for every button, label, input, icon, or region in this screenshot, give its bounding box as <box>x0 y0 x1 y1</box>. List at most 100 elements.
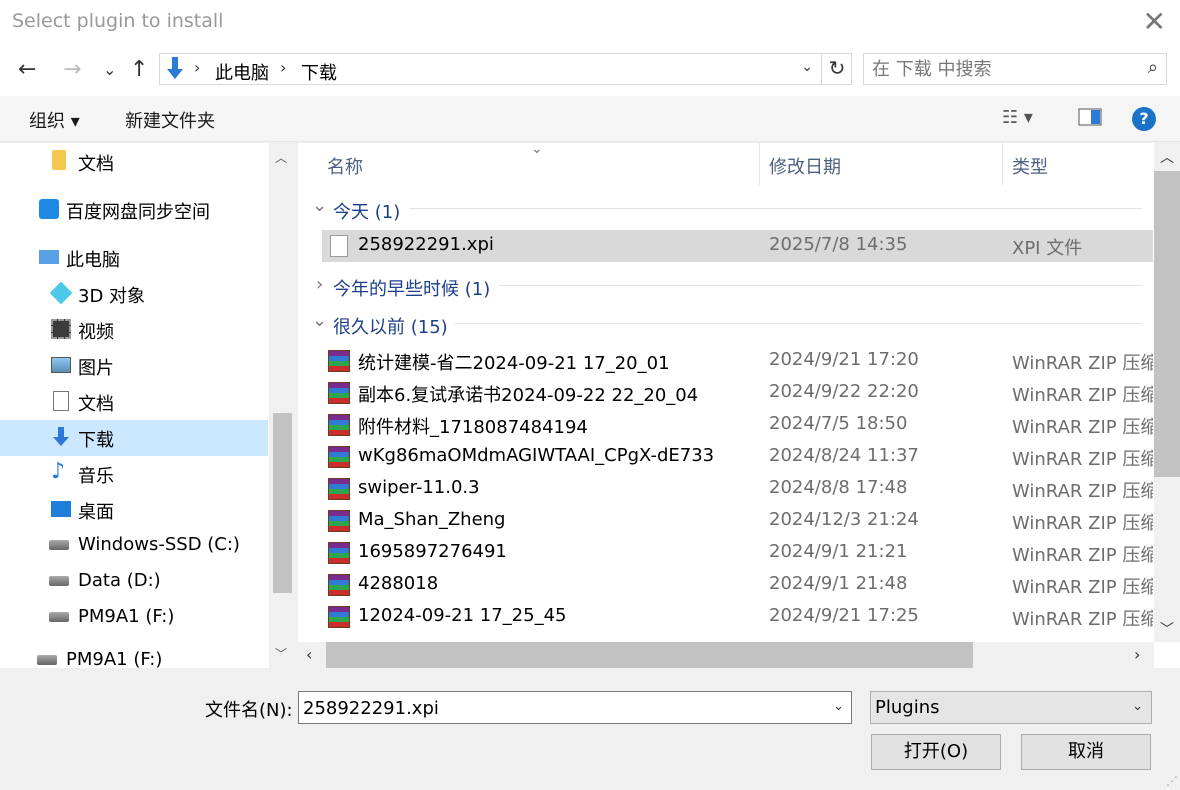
file-row[interactable]: 统计建模-省二2024-09-21 17_20_01 2024/9/21 17:… <box>322 345 1153 377</box>
back-arrow-icon[interactable]: ← <box>18 56 36 84</box>
filename-input[interactable] <box>303 696 813 720</box>
file-date: 2024/8/24 11:37 <box>769 445 919 466</box>
list-view-icon[interactable]: ☷ ▾ <box>1002 107 1033 128</box>
chevron-down-icon[interactable]: ⌄ <box>833 699 844 714</box>
vertical-scrollbar-thumb[interactable] <box>1154 171 1180 477</box>
sidebar-item-baidu-netdisk[interactable]: 百度网盘同步空间 <box>0 192 268 228</box>
group-header-long-ago[interactable]: ⌄ 很久以前 (15) <box>312 310 1142 338</box>
search-input[interactable] <box>872 57 1132 81</box>
chevron-right-icon: › <box>194 58 201 77</box>
file-type-filter-value: Plugins <box>875 697 940 718</box>
new-folder-button[interactable]: 新建文件夹 <box>125 107 215 133</box>
file-row[interactable]: swiper-11.0.3 2024/8/8 17:48 WinRAR ZIP … <box>322 473 1153 505</box>
sidebar-item-desktop[interactable]: 桌面 <box>0 492 268 528</box>
folder-icon <box>52 150 66 170</box>
horizontal-scrollbar-thumb[interactable] <box>326 642 973 668</box>
file-date: 2024/9/1 21:21 <box>769 541 908 562</box>
file-icon <box>330 235 348 257</box>
sidebar-item-drive-f[interactable]: PM9A1 (F:) <box>0 600 268 636</box>
file-row[interactable]: Ma_Shan_Zheng 2024/12/3 21:24 WinRAR ZIP… <box>322 505 1153 537</box>
file-list-vertical-scrollbar[interactable]: ︿ ﹀ <box>1154 143 1180 642</box>
search-box[interactable]: ⌕ <box>863 53 1167 85</box>
sidebar-item-3d-objects[interactable]: 3D 对象 <box>0 276 268 312</box>
help-icon[interactable]: ? <box>1132 107 1156 131</box>
sidebar-scrollbar-thumb[interactable] <box>273 413 292 593</box>
sidebar-item-documents[interactable]: 文档 <box>0 384 268 420</box>
sidebar-item-drive-c[interactable]: Windows-SSD (C:) <box>0 528 268 564</box>
file-type-filter[interactable]: Plugins ⌄ <box>870 691 1152 724</box>
search-icon[interactable]: ⌕ <box>1148 57 1158 78</box>
sidebar-scrollbar[interactable]: ︿ ﹀ <box>269 143 296 668</box>
sidebar-item-label: PM9A1 (F:) <box>78 606 175 627</box>
sidebar-item-drive-d[interactable]: Data (D:) <box>0 564 268 600</box>
chevron-right-icon: › <box>280 58 287 77</box>
video-icon <box>51 319 71 339</box>
sort-chevron-icon: ⌄ <box>531 143 543 157</box>
file-row[interactable]: 4288018 2024/9/1 21:48 WinRAR ZIP 压缩 <box>322 569 1153 601</box>
scroll-right-icon[interactable]: › <box>1134 645 1140 664</box>
file-row-selected[interactable]: 258922291.xpi 2025/7/8 14:35 XPI 文件 <box>322 230 1153 262</box>
navigation-pane: 文档 百度网盘同步空间 此电脑 3D 对象 视频 图片 文档 下载 ♪ 音乐 桌… <box>0 143 296 668</box>
file-type: WinRAR ZIP 压缩 <box>1012 609 1153 630</box>
file-row[interactable]: wKg86maOMdmAGIWTAAI_CPgX-dE733 2024/8/24… <box>322 441 1153 473</box>
sidebar-item-videos[interactable]: 视频 <box>0 312 268 348</box>
refresh-button[interactable]: ↻ <box>821 53 852 85</box>
sidebar-item-label: Windows-SSD (C:) <box>78 534 240 555</box>
file-list: 名称 ⌄ 修改日期 类型 ⌄ 今天 (1) 258922291.xpi 2025… <box>298 143 1180 668</box>
sidebar-item-drive-f-2[interactable]: PM9A1 (F:) <box>0 643 268 668</box>
scroll-left-icon[interactable]: ‹ <box>306 645 312 664</box>
group-header-today[interactable]: ⌄ 今天 (1) <box>312 195 1142 223</box>
column-divider[interactable] <box>759 143 760 185</box>
column-header-name[interactable]: 名称 <box>327 153 363 195</box>
documents-icon <box>53 391 69 411</box>
file-type: WinRAR ZIP 压缩 <box>1012 577 1153 598</box>
sidebar-item-documents-quick[interactable]: 文档 <box>0 143 268 179</box>
up-arrow-icon[interactable]: ↑ <box>130 56 148 84</box>
sidebar-item-label: 百度网盘同步空间 <box>66 202 210 223</box>
recent-locations-chevron-icon[interactable]: ⌄ <box>103 56 116 84</box>
file-row[interactable]: 附件材料_1718087484194 2024/7/5 18:50 WinRAR… <box>322 409 1153 441</box>
sidebar-item-this-pc[interactable]: 此电脑 <box>0 240 268 276</box>
file-name: 1695897276491 <box>358 541 507 562</box>
file-type: WinRAR ZIP 压缩 <box>1012 545 1153 566</box>
file-row[interactable]: 1695897276491 2024/9/1 21:21 WinRAR ZIP … <box>322 537 1153 569</box>
breadcrumb-downloads[interactable]: 下载 <box>301 59 337 85</box>
drive-icon <box>37 655 57 665</box>
file-row[interactable]: 副本6.复试承诺书2024-09-22 22_20_04 2024/9/22 2… <box>322 377 1153 409</box>
scroll-up-icon[interactable]: ︿ <box>1160 147 1174 167</box>
close-icon[interactable]: ✕ <box>1143 6 1166 38</box>
column-header-type[interactable]: 类型 <box>1012 153 1048 195</box>
file-list-horizontal-scrollbar[interactable]: ‹ › <box>298 642 1154 668</box>
address-bar[interactable]: › 此电脑 › 下载 ⌄ <box>159 53 852 85</box>
sidebar-item-label: 视频 <box>78 322 114 343</box>
navigation-bar: ← → ⌄ ↑ › 此电脑 › 下载 ⌄ ↻ ⌕ <box>0 46 1180 96</box>
sidebar-item-music[interactable]: ♪ 音乐 <box>0 456 268 492</box>
file-type: WinRAR ZIP 压缩 <box>1012 417 1153 438</box>
sidebar-item-pictures[interactable]: 图片 <box>0 348 268 384</box>
file-type: WinRAR ZIP 压缩 <box>1012 513 1153 534</box>
forward-arrow-icon[interactable]: → <box>63 56 81 84</box>
column-header-modified[interactable]: 修改日期 <box>769 153 841 195</box>
open-button[interactable]: 打开(O) <box>871 734 1001 770</box>
group-header-earlier-this-year[interactable]: › 今年的早些时候 (1) <box>312 272 1142 300</box>
scroll-up-icon[interactable]: ︿ <box>275 149 287 166</box>
scroll-down-icon[interactable]: ﹀ <box>275 645 287 662</box>
column-divider[interactable] <box>1002 143 1003 185</box>
3d-objects-icon <box>49 281 73 305</box>
address-dropdown-icon[interactable]: ⌄ <box>801 59 813 75</box>
sidebar-item-label: Data (D:) <box>78 570 161 591</box>
file-date: 2024/8/8 17:48 <box>769 477 908 498</box>
preview-pane-icon[interactable] <box>1078 107 1102 132</box>
window-title: Select plugin to install <box>12 10 224 32</box>
resize-grip-icon[interactable]: ⋰ <box>1166 774 1178 788</box>
sidebar-item-downloads[interactable]: 下载 <box>0 420 268 456</box>
cancel-button[interactable]: 取消 <box>1021 734 1151 770</box>
scroll-down-icon[interactable]: ﹀ <box>1160 619 1174 639</box>
command-toolbar: 组织 ▾ 新建文件夹 ☷ ▾ ? <box>0 96 1180 142</box>
breadcrumb-this-pc[interactable]: 此电脑 <box>215 59 269 85</box>
file-row[interactable]: 12024-09-21 17_25_45 2024/9/21 17:25 Win… <box>322 601 1153 633</box>
file-date: 2024/7/5 18:50 <box>769 413 908 434</box>
organize-button[interactable]: 组织 ▾ <box>29 107 80 133</box>
sidebar-item-label: 文档 <box>78 394 114 415</box>
filename-combobox[interactable]: ⌄ <box>298 691 852 724</box>
